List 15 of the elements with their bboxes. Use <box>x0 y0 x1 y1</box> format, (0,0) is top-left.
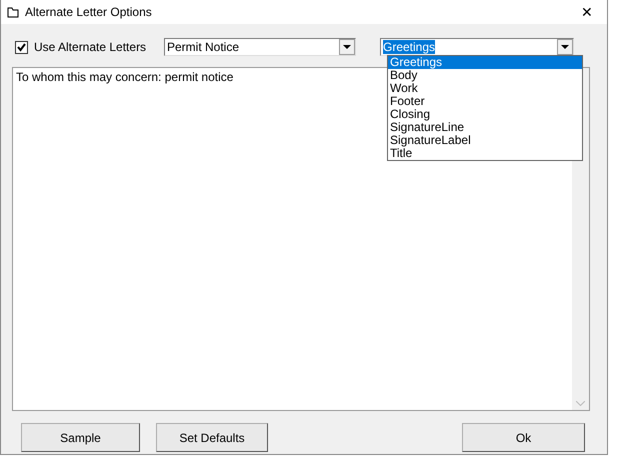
dropdown-button[interactable] <box>557 39 573 55</box>
checkbox[interactable] <box>15 40 28 54</box>
dialog-button[interactable]: Set Defaults <box>156 423 268 452</box>
dropdown-option[interactable]: Greetings <box>388 56 582 69</box>
window-title: Alternate Letter Options <box>25 5 153 19</box>
letter-combo-box[interactable]: Permit Notice <box>164 38 356 56</box>
dropdown-arrow-icon <box>343 45 351 49</box>
dialog-button[interactable]: Sample <box>21 423 140 452</box>
checkbox-label[interactable]: Use Alternate Letters <box>34 40 164 54</box>
section-combo-box[interactable]: Greetings <box>380 38 574 56</box>
window-icon <box>7 6 19 18</box>
dropdown-button[interactable] <box>339 39 355 55</box>
dialog-button[interactable]: Ok <box>462 423 585 452</box>
close-button[interactable]: ✕ <box>581 4 593 20</box>
dropdown-arrow-icon <box>561 45 569 49</box>
